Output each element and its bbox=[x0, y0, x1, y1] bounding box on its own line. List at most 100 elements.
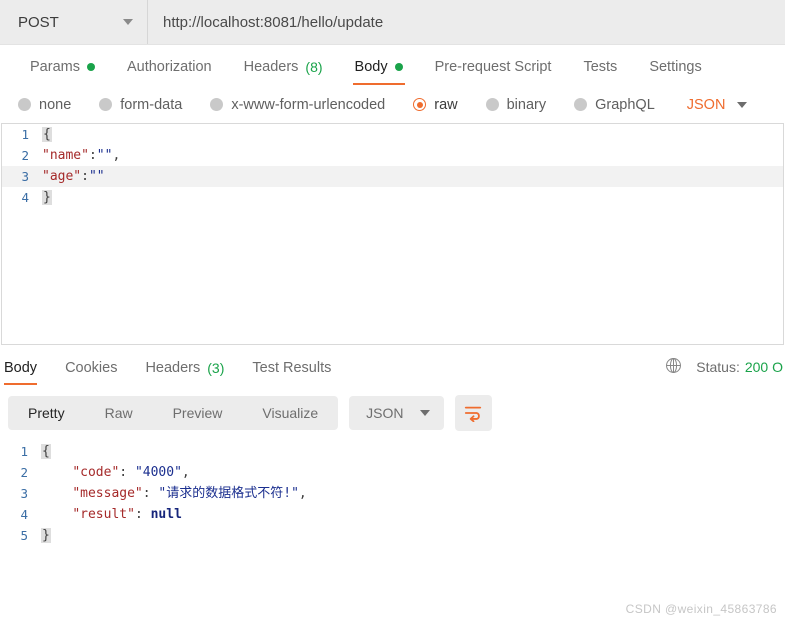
body-status-dot-icon bbox=[394, 63, 403, 71]
body-type-urlencoded-label: x-www-form-urlencoded bbox=[231, 96, 386, 113]
body-type-urlencoded[interactable]: x-www-form-urlencoded bbox=[210, 97, 385, 113]
request-url-bar: POST http://localhost:8081/hello/update bbox=[0, 0, 785, 45]
radio-icon bbox=[18, 98, 31, 111]
tab-headers-count: (8) bbox=[305, 59, 323, 75]
body-type-none[interactable]: none bbox=[18, 97, 71, 113]
response-tab-body-label: Body bbox=[4, 360, 38, 376]
body-type-binary-label: binary bbox=[506, 96, 547, 113]
code-text: "name":"", bbox=[42, 148, 121, 163]
chevron-down-icon bbox=[123, 19, 133, 25]
tab-body[interactable]: Body bbox=[339, 59, 419, 85]
line-number: 3 bbox=[21, 169, 29, 184]
response-format-select[interactable]: JSON bbox=[349, 396, 444, 430]
request-tab-bar: Params Authorization Headers (8) Body Pr… bbox=[0, 45, 785, 86]
response-toolbar: Pretty Raw Preview Visualize JSON bbox=[0, 385, 785, 441]
http-method-label: POST bbox=[18, 13, 59, 31]
word-wrap-icon bbox=[464, 406, 482, 422]
body-type-form-data-label: form-data bbox=[120, 96, 183, 113]
status-label: Status: bbox=[696, 359, 740, 375]
code-text: { bbox=[42, 127, 52, 142]
line-number: 2 bbox=[21, 148, 29, 163]
line-number: 2 bbox=[20, 465, 28, 480]
line-number: 4 bbox=[21, 190, 29, 205]
line-number: 4 bbox=[20, 507, 28, 522]
code-text: "age":"" bbox=[42, 169, 105, 184]
response-tab-cookies[interactable]: Cookies bbox=[51, 360, 131, 385]
body-type-raw-label: raw bbox=[434, 96, 458, 113]
response-tab-test-results-label: Test Results bbox=[252, 360, 332, 376]
tab-settings-label: Settings bbox=[649, 59, 702, 75]
response-tab-body[interactable]: Body bbox=[2, 360, 51, 385]
radio-icon bbox=[574, 98, 588, 111]
body-type-graphql[interactable]: GraphQL bbox=[574, 97, 655, 113]
line-number: 1 bbox=[21, 127, 29, 142]
word-wrap-button[interactable] bbox=[454, 395, 492, 431]
tab-authorization[interactable]: Authorization bbox=[111, 59, 228, 85]
http-method-select[interactable]: POST bbox=[0, 0, 148, 44]
body-format-label: JSON bbox=[686, 96, 726, 113]
request-body-editor[interactable]: 1{2 "name":"", 3 "age":"" 4} bbox=[1, 123, 784, 345]
response-body-code: 1{2 "code": "4000", 3 "message": "请求的数据格式… bbox=[1, 441, 785, 546]
line-number: 3 bbox=[20, 486, 28, 501]
response-format-label: JSON bbox=[366, 405, 404, 421]
body-format-select[interactable]: JSON bbox=[687, 97, 748, 113]
response-view-group: Pretty Raw Preview Visualize bbox=[8, 396, 339, 430]
body-type-binary[interactable]: binary bbox=[485, 96, 547, 113]
response-view-pretty[interactable]: Pretty bbox=[8, 396, 85, 430]
status-badge: 200 O bbox=[744, 359, 783, 375]
tab-tests[interactable]: Tests bbox=[567, 59, 633, 85]
response-header: Body Cookies Headers (3) Test Results St… bbox=[0, 345, 785, 385]
response-tab-cookies-label: Cookies bbox=[65, 360, 118, 376]
response-tab-test-results[interactable]: Test Results bbox=[238, 360, 345, 385]
radio-icon bbox=[99, 98, 113, 111]
radio-icon bbox=[485, 98, 499, 111]
response-view-preview[interactable]: Preview bbox=[153, 396, 243, 430]
code-line: 3 "message": "请求的数据格式不符!", bbox=[1, 483, 785, 504]
code-line: 5} bbox=[1, 525, 785, 546]
code-line: 4 "result": null bbox=[1, 504, 785, 525]
radio-selected-icon bbox=[413, 98, 427, 111]
params-status-dot-icon bbox=[86, 63, 95, 71]
globe-icon bbox=[665, 357, 682, 377]
tab-pre-request-script[interactable]: Pre-request Script bbox=[419, 59, 568, 85]
code-text: } bbox=[42, 190, 52, 205]
response-view-raw[interactable]: Raw bbox=[85, 396, 153, 430]
line-number: 5 bbox=[20, 528, 28, 543]
radio-icon bbox=[210, 98, 224, 111]
response-tab-headers-count: (3) bbox=[207, 360, 225, 376]
code-line: 2 "code": "4000", bbox=[1, 462, 785, 483]
code-text: "message": "请求的数据格式不符!", bbox=[72, 486, 307, 501]
code-text: } bbox=[41, 528, 51, 543]
response-body-editor[interactable]: 1{2 "code": "4000", 3 "message": "请求的数据格式… bbox=[1, 441, 785, 561]
tab-authorization-label: Authorization bbox=[126, 59, 212, 75]
tab-params-label: Params bbox=[30, 59, 80, 75]
tab-settings[interactable]: Settings bbox=[633, 59, 717, 85]
body-type-raw[interactable]: raw bbox=[413, 96, 458, 113]
code-line: 1{ bbox=[2, 124, 783, 145]
chevron-down-icon bbox=[419, 410, 430, 416]
tab-tests-label: Tests bbox=[583, 59, 618, 75]
url-input[interactable]: http://localhost:8081/hello/update bbox=[148, 0, 785, 44]
tab-pre-request-script-label: Pre-request Script bbox=[434, 59, 552, 75]
response-tab-headers-label: Headers bbox=[145, 360, 201, 376]
tab-body-label: Body bbox=[354, 59, 388, 75]
code-line: 4} bbox=[2, 187, 783, 208]
code-line: 1{ bbox=[1, 441, 785, 462]
code-text: { bbox=[41, 444, 51, 459]
tab-headers-label: Headers bbox=[243, 59, 299, 75]
tab-headers[interactable]: Headers (8) bbox=[228, 59, 339, 85]
body-type-form-data[interactable]: form-data bbox=[99, 97, 182, 113]
response-tab-headers[interactable]: Headers (3) bbox=[131, 360, 238, 385]
request-body-code: 1{2 "name":"", 3 "age":"" 4} bbox=[2, 124, 783, 208]
code-line: 3 "age":"" bbox=[2, 166, 783, 187]
code-text: "code": "4000", bbox=[72, 465, 190, 480]
code-text: "result": null bbox=[72, 507, 182, 522]
response-view-visualize[interactable]: Visualize bbox=[242, 396, 338, 430]
body-type-graphql-label: GraphQL bbox=[595, 96, 655, 113]
response-tab-bar: Body Cookies Headers (3) Test Results bbox=[2, 360, 345, 385]
chevron-down-icon bbox=[737, 101, 748, 108]
response-status-area: Status: 200 O bbox=[665, 357, 785, 385]
tab-params[interactable]: Params bbox=[14, 59, 111, 85]
body-type-row: none form-data x-www-form-urlencoded raw… bbox=[0, 86, 785, 123]
line-number: 1 bbox=[20, 444, 28, 459]
